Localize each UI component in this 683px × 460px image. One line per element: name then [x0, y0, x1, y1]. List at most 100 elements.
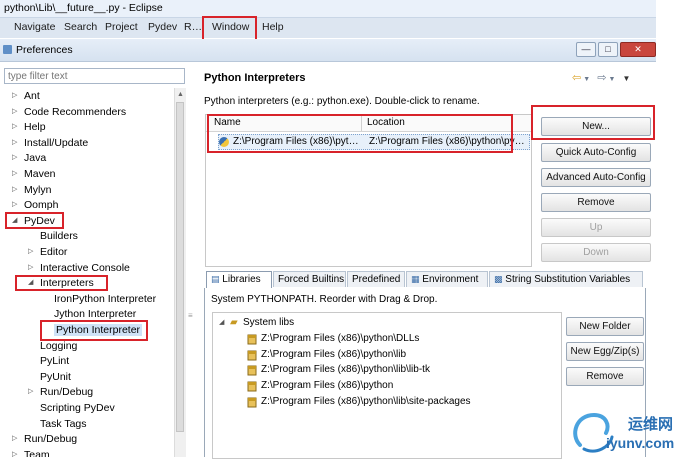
new-folder-button[interactable]: New Folder — [566, 317, 644, 336]
collapsed-arrow-icon[interactable]: ▷ — [28, 247, 33, 255]
window-title: python\Lib\__future__.py - Eclipse — [4, 2, 163, 14]
splitter-sash[interactable]: ≡ — [187, 64, 193, 457]
filter-input[interactable] — [4, 68, 185, 84]
tree-item-label: Interactive Console — [40, 261, 130, 274]
back-arrow-icon[interactable]: ⇦ — [572, 72, 583, 84]
collapsed-arrow-icon[interactable]: ▷ — [12, 200, 17, 208]
tree-item-scripting-pydev[interactable]: Scripting PyDev — [0, 401, 173, 416]
new-interpreter-button[interactable]: New... — [541, 117, 651, 136]
column-header-location[interactable]: Location — [367, 117, 405, 128]
table-header: Name Location — [206, 115, 531, 132]
preferences-icon — [3, 45, 12, 54]
menu-window[interactable]: Window — [212, 21, 249, 33]
tree-item-run-debug[interactable]: ▷ Run/Debug — [0, 432, 173, 447]
remove-library-button[interactable]: Remove — [566, 367, 644, 386]
preferences-tree: ▷ Ant ▷ Code Recommenders ▷ Help ▷ Install/Upda… — [0, 88, 173, 457]
remove-interpreter-button[interactable]: Remove — [541, 193, 651, 212]
tree-item-pylint[interactable]: PyLint — [0, 354, 173, 369]
collapsed-arrow-icon[interactable]: ▷ — [12, 153, 17, 161]
tree-item-builders[interactable]: Builders — [0, 229, 173, 244]
table-row[interactable]: Z:\Program Files (x86)\python Z:\Program… — [218, 134, 530, 150]
variables-icon: ▩ — [494, 274, 503, 284]
tree-item-interactive-console[interactable]: ▷ Interactive Console — [0, 261, 173, 276]
tree-item-maven[interactable]: ▷ Maven — [0, 167, 173, 182]
tree-item-java[interactable]: ▷ Java — [0, 151, 173, 166]
forward-dropdown-icon[interactable]: ▼ — [608, 76, 617, 83]
collapsed-arrow-icon[interactable]: ▷ — [12, 185, 17, 193]
tree-item-ironpython-interpreter[interactable]: IronPython Interpreter — [0, 292, 173, 307]
tab-libraries[interactable]: ▤ Libraries — [206, 271, 272, 289]
tab-forced-builtins[interactable]: Forced Builtins — [273, 271, 346, 287]
expanded-arrow-icon[interactable]: ◢ — [12, 216, 17, 224]
system-libs-tree[interactable]: ◢ ▰ System libs Z:\Program Files (x86)\p… — [212, 312, 562, 459]
tree-item-label: PyDev — [24, 214, 55, 227]
scrollbar-thumb[interactable] — [176, 102, 184, 432]
collapsed-arrow-icon[interactable]: ▷ — [12, 91, 17, 99]
minimize-button[interactable]: — — [576, 42, 596, 57]
tree-item-help[interactable]: ▷ Help — [0, 120, 173, 135]
quick-auto-config-button[interactable]: Quick Auto-Config — [541, 143, 651, 162]
tree-item-run-debug[interactable]: ▷ Run/Debug — [0, 385, 173, 400]
collapsed-arrow-icon[interactable]: ▷ — [12, 122, 17, 130]
library-path: Z:\Program Files (x86)\python\lib\lib-tk — [261, 364, 430, 376]
tree-item-logging[interactable]: Logging — [0, 339, 173, 354]
tree-item-pydev[interactable]: ◢ PyDev — [0, 214, 173, 229]
expanded-arrow-icon[interactable]: ◢ — [28, 278, 33, 286]
tree-item-label: Code Recommenders — [24, 105, 127, 118]
tree-item-pyunit[interactable]: PyUnit — [0, 370, 173, 385]
library-jar-icon — [247, 350, 257, 361]
menu-navigate[interactable]: Navigate — [14, 21, 55, 33]
tree-item-team[interactable]: ▷ Team — [0, 448, 173, 457]
tree-item-install-update[interactable]: ▷ Install/Update — [0, 136, 173, 151]
tree-item-python-interpreter[interactable]: Python Interpreter — [0, 323, 173, 338]
interpreter-name: Z:\Program Files (x86)\python — [233, 136, 361, 147]
tree-item-editor[interactable]: ▷ Editor — [0, 245, 173, 260]
collapsed-arrow-icon[interactable]: ▷ — [28, 387, 33, 395]
tree-item-label: Logging — [40, 339, 78, 352]
maximize-button[interactable]: □ — [598, 42, 618, 57]
scroll-up-arrow-icon[interactable]: ▲ — [177, 91, 184, 98]
page-title: Python Interpreters — [204, 72, 306, 84]
collapsed-arrow-icon[interactable]: ▷ — [12, 434, 17, 442]
interpreters-table[interactable]: Name Location Z:\Program Files (x86)\pyt… — [205, 114, 532, 267]
menu-pydev[interactable]: Pydev — [148, 21, 177, 33]
tree-item-code-recommenders[interactable]: ▷ Code Recommenders — [0, 105, 173, 120]
tree-item-label: Builders — [40, 230, 78, 243]
collapsed-arrow-icon[interactable]: ▷ — [28, 263, 33, 271]
expanded-arrow-icon[interactable]: ◢ — [219, 318, 224, 326]
tree-scrollbar[interactable]: ▲ — [174, 88, 186, 457]
menu-run[interactable]: Run — [184, 21, 201, 33]
eclipse-title-bar: python\Lib\__future__.py - Eclipse — [0, 0, 656, 18]
down-button[interactable]: Down — [541, 243, 651, 262]
tab-predefined[interactable]: Predefined — [347, 271, 405, 287]
tree-item-jython-interpreter[interactable]: Jython Interpreter — [0, 307, 173, 322]
column-divider[interactable] — [361, 115, 362, 131]
tree-item-mylyn[interactable]: ▷ Mylyn — [0, 183, 173, 198]
back-dropdown-icon[interactable]: ▼ — [583, 76, 592, 83]
tree-item-ant[interactable]: ▷ Ant — [0, 89, 173, 104]
collapsed-arrow-icon[interactable]: ▷ — [12, 138, 17, 146]
close-button[interactable]: ✕ — [620, 42, 656, 57]
tree-item-task-tags[interactable]: Task Tags — [0, 417, 173, 432]
up-button[interactable]: Up — [541, 218, 651, 237]
tree-item-label: Editor — [40, 246, 68, 258]
menu-project[interactable]: Project — [105, 21, 138, 33]
menu-help[interactable]: Help — [262, 21, 284, 33]
library-path: Z:\Program Files (x86)\python\lib\site-p… — [261, 395, 471, 407]
collapsed-arrow-icon[interactable]: ▷ — [12, 450, 17, 457]
menu-search[interactable]: Search — [64, 21, 97, 33]
new-egg-zip-button[interactable]: New Egg/Zip(s) — [566, 342, 644, 361]
advanced-auto-config-button[interactable]: Advanced Auto-Config — [541, 168, 651, 187]
forward-arrow-icon[interactable]: ⇨ — [597, 72, 608, 84]
tab-string-substitution-variables[interactable]: ▩ String Substitution Variables — [489, 271, 643, 287]
collapsed-arrow-icon[interactable]: ▷ — [12, 107, 17, 115]
tree-item-interpreters[interactable]: ◢ Interpreters — [0, 276, 173, 291]
tree-item-oomph[interactable]: ▷ Oomph — [0, 198, 173, 213]
collapsed-arrow-icon[interactable]: ▷ — [12, 169, 17, 177]
view-menu-icon[interactable]: ▼ — [622, 74, 632, 83]
column-header-name[interactable]: Name — [214, 117, 241, 128]
tree-item-label: Scripting PyDev — [40, 402, 115, 414]
library-jar-icon — [247, 334, 257, 345]
tab-environment[interactable]: ▦ Environment — [406, 271, 488, 287]
library-jar-icon — [247, 381, 257, 392]
